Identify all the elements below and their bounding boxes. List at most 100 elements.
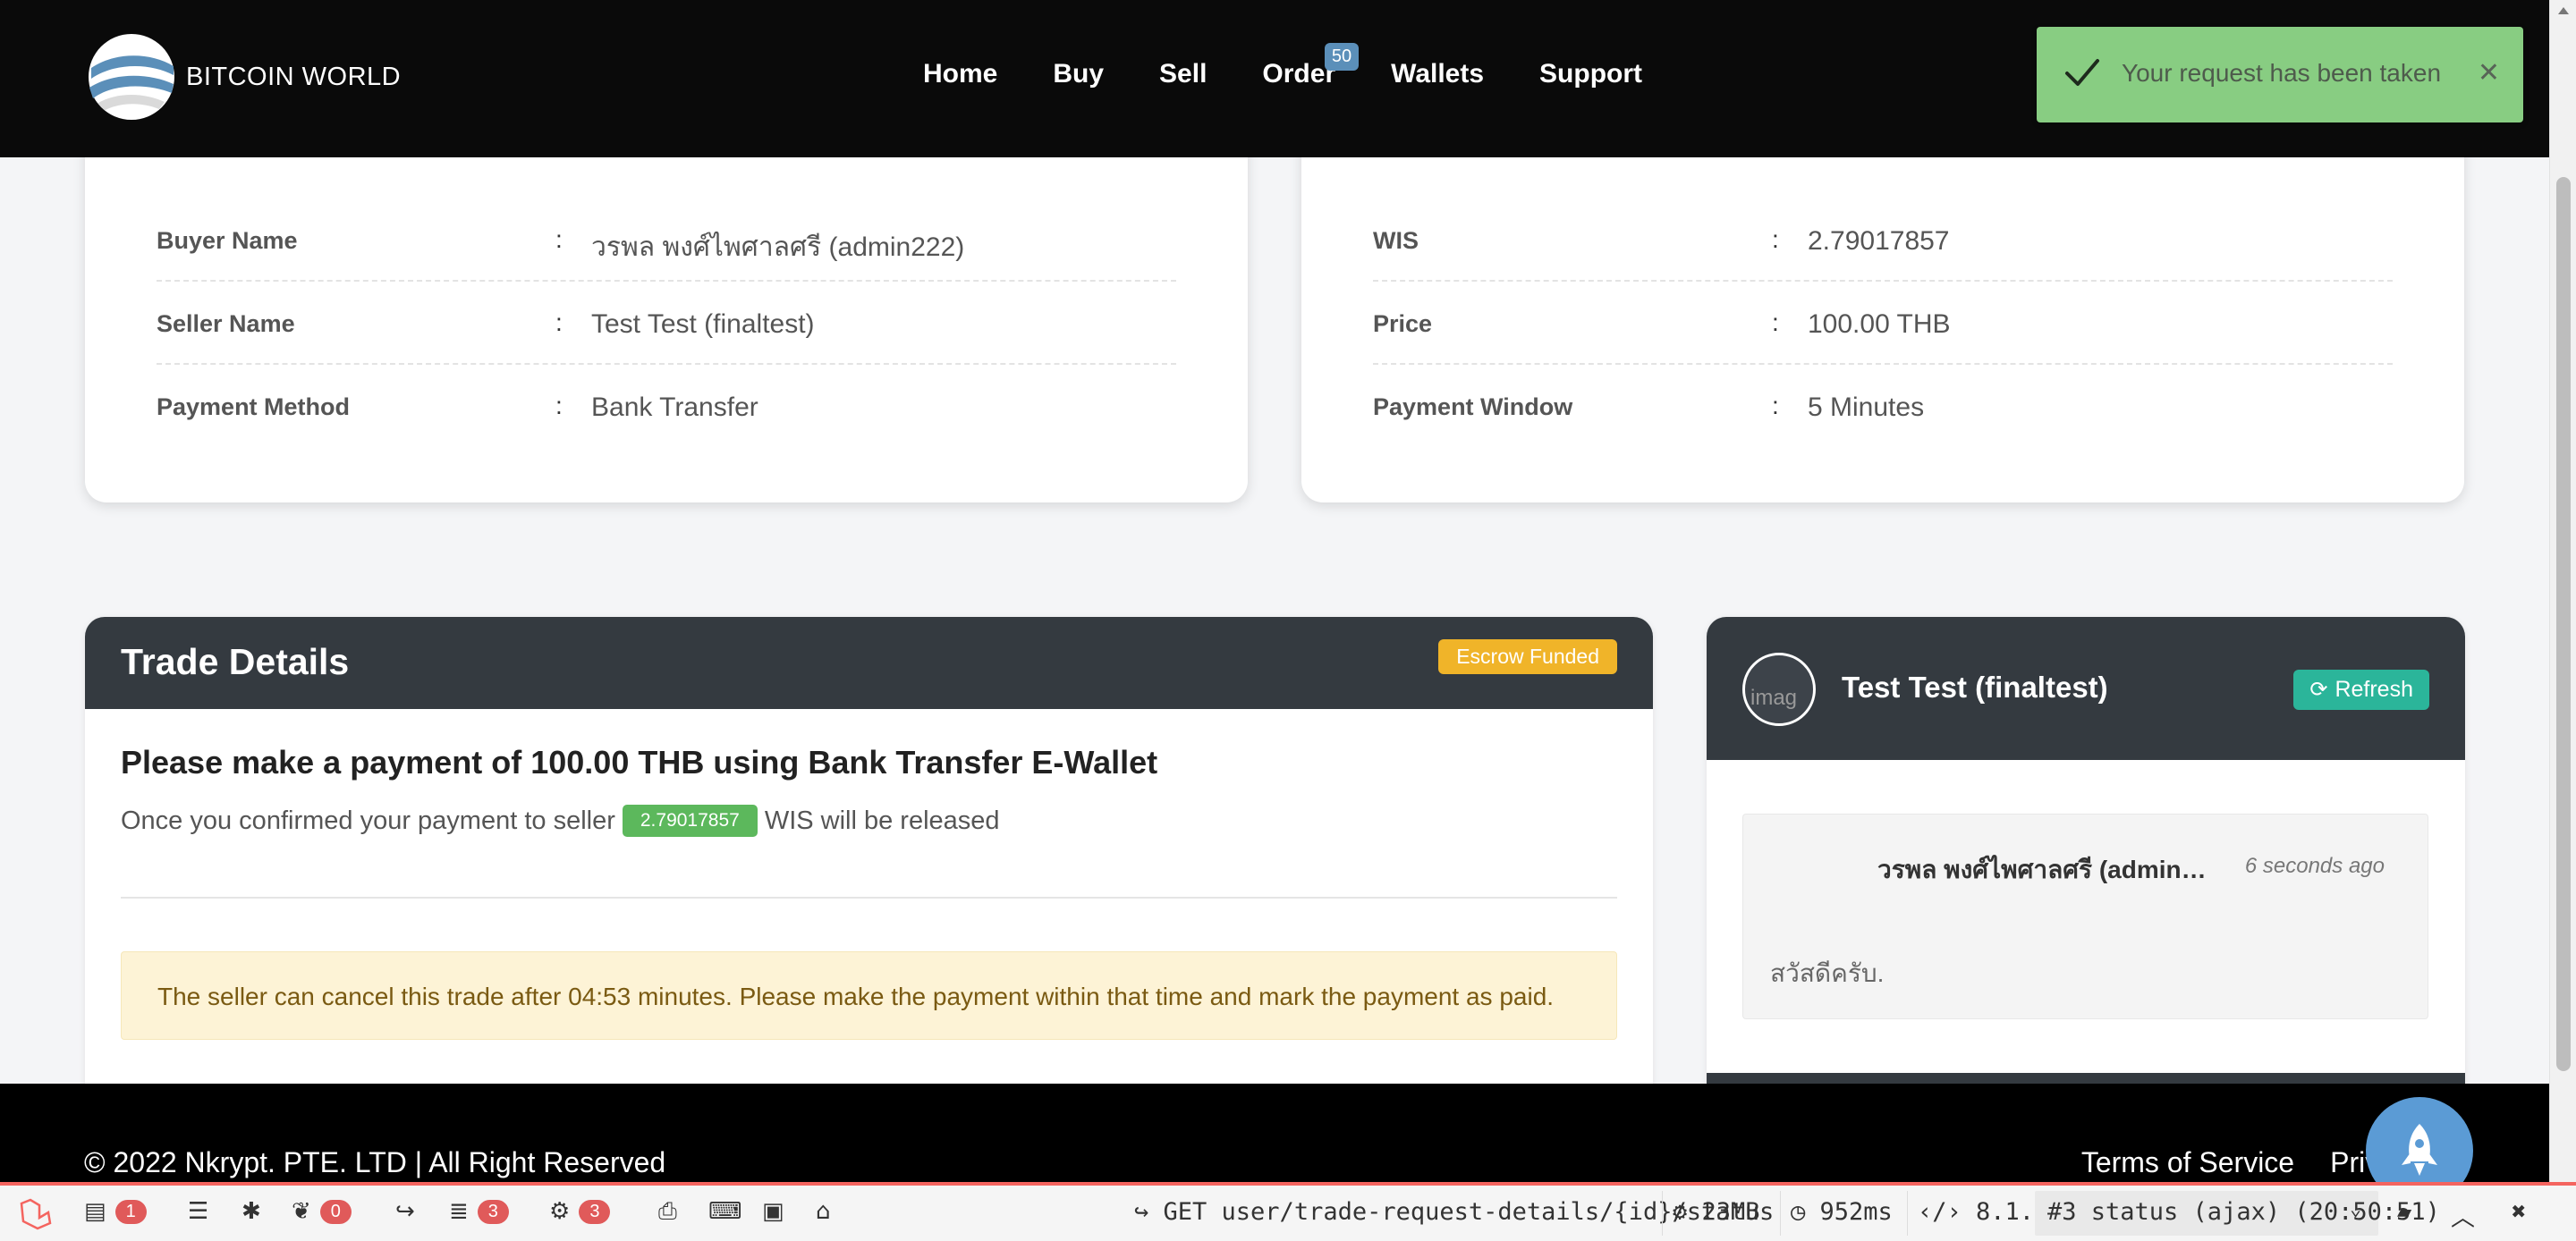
debug-messages-tab[interactable]: ▤ 1 — [84, 1198, 147, 1225]
party-info-card: Buyer Name : วรพล พงศ์ไพศาลศรี (admin222… — [85, 143, 1248, 502]
toast-message: Your request has been taken — [2122, 59, 2442, 87]
success-toast: Your request has been taken ✕ — [2037, 27, 2523, 122]
refresh-icon: ⟳ — [2309, 678, 2328, 702]
colon: : — [1772, 308, 1779, 336]
share-icon: ↪ — [1134, 1198, 1164, 1226]
nav-buy[interactable]: Buy — [1053, 59, 1104, 89]
share-icon: ↪ — [395, 1198, 415, 1225]
chevron-up-icon[interactable]: ︿ — [2451, 1198, 2475, 1233]
debug-php-version: ‹/› 8.1.9 — [1918, 1198, 2048, 1226]
main-nav: Home Buy Sell Order 50 Wallets Support — [923, 43, 1698, 89]
request-history-select[interactable]: #3 status (ajax) (20:50:51) ⌄ — [2035, 1191, 2440, 1236]
brand-logo-link[interactable]: BITCOIN WORLD — [88, 32, 401, 122]
wis-label: WIS — [1373, 227, 1419, 254]
views-count-badge: 0 — [319, 1199, 352, 1224]
terms-of-service-link[interactable]: Terms of Service — [2081, 1146, 2294, 1179]
avatar-alt-text: imag — [1750, 686, 1798, 710]
debug-exceptions-tab[interactable]: ✱ — [242, 1198, 270, 1225]
payment-method-value: Bank Transfer — [591, 393, 758, 422]
colon: : — [555, 225, 563, 253]
colon: : — [555, 392, 563, 419]
debug-route-tab[interactable]: ↪ — [395, 1198, 424, 1225]
release-info-prefix: Once you confirmed your payment to selle… — [121, 806, 615, 835]
buyer-name-row: Buyer Name : วรพล พงศ์ไพศาลศรี (admin222… — [157, 198, 1176, 282]
scrollbar-thumb[interactable] — [2556, 177, 2571, 1071]
cancel-timer-notice: The seller can cancel this trade after 0… — [121, 951, 1617, 1040]
database-icon: ≣ — [449, 1198, 469, 1225]
colon: : — [1772, 225, 1779, 253]
folder-open-icon[interactable]: ▰ — [2397, 1198, 2411, 1226]
debug-models-tab[interactable]: ⚙ 3 — [549, 1198, 611, 1225]
divider — [121, 897, 1617, 899]
debug-session-tab[interactable]: ⌨ — [708, 1198, 751, 1225]
nav-home[interactable]: Home — [923, 59, 997, 89]
scroll-up-arrow-icon[interactable] — [2558, 7, 2569, 14]
close-icon[interactable]: ✖ — [2512, 1198, 2526, 1226]
brand-name: BITCOIN WORLD — [186, 62, 402, 91]
debug-timeline-tab[interactable]: ☰ — [188, 1198, 217, 1225]
keyboard-icon: ⌨ — [708, 1198, 742, 1225]
chat-message: วรพล พงศ์ไพศาลศรี (admin222) 6 seconds a… — [1742, 814, 2428, 1019]
wis-value: 2.79017857 — [1808, 226, 1950, 256]
nav-order[interactable]: Order 50 — [1262, 43, 1360, 89]
bug-icon: ✱ — [242, 1198, 261, 1225]
refresh-label: Refresh — [2334, 677, 2413, 702]
escrow-status-badge: Escrow Funded — [1438, 639, 1617, 674]
payment-method-label: Payment Method — [157, 393, 351, 420]
checkmark-icon — [2065, 59, 2099, 86]
tags-icon: ⌂ — [816, 1198, 831, 1225]
seller-name-row: Seller Name : Test Test (finaltest) — [157, 282, 1176, 365]
nav-wallets[interactable]: Wallets — [1391, 59, 1484, 89]
seller-name-label: Seller Name — [157, 310, 295, 337]
debug-tags-tab[interactable]: ⌂ — [816, 1198, 840, 1225]
wis-row: WIS : 2.79017857 — [1373, 198, 2393, 282]
wis-amount-pill: 2.79017857 — [622, 805, 758, 837]
payment-method-row: Payment Method : Bank Transfer — [157, 365, 1176, 448]
archive-icon: ▣ — [762, 1198, 784, 1225]
debug-mail-tab[interactable]: ⎙ — [658, 1198, 686, 1226]
copyright-text: © 2022 Nkrypt. PTE. LTD | All Right Rese… — [84, 1146, 666, 1178]
messages-icon: ▤ — [84, 1198, 106, 1225]
nav-sell[interactable]: Sell — [1159, 59, 1207, 89]
page: BITCOIN WORLD Home Buy Sell Order 50 Wal… — [0, 0, 2549, 1241]
payment-window-label: Payment Window — [1373, 393, 1573, 420]
debug-request-tab[interactable]: ▣ — [762, 1198, 793, 1225]
release-info-line: Once you confirmed your payment to selle… — [121, 805, 1000, 837]
clock-icon: ◷ — [1791, 1198, 1820, 1226]
buyer-name-value: วรพล พงศ์ไพศาลศรี (admin222) — [591, 232, 965, 262]
chat-header: imag Test Test (finaltest) ⟳ Refresh — [1707, 617, 2465, 760]
divider — [1907, 1191, 1908, 1236]
payment-window-value: 5 Minutes — [1808, 393, 1925, 422]
memory-text: 23MB — [1701, 1198, 1760, 1226]
time-text: 952ms — [1819, 1198, 1893, 1226]
models-count-badge: 3 — [579, 1199, 611, 1224]
avatar: imag — [1742, 653, 1816, 726]
bitcoin-world-logo — [88, 32, 175, 122]
payment-window-row: Payment Window : 5 Minutes — [1373, 365, 2393, 448]
timeline-icon: ☰ — [188, 1198, 209, 1225]
order-count-badge: 50 — [1324, 43, 1360, 71]
colon: : — [1772, 392, 1779, 419]
refresh-button[interactable]: ⟳ Refresh — [2293, 670, 2429, 710]
price-label: Price — [1373, 310, 1433, 337]
buyer-name-label: Buyer Name — [157, 227, 298, 254]
laravel-logo-icon[interactable] — [18, 1198, 54, 1230]
debug-memory[interactable]: ⚙ 23MB — [1673, 1198, 1760, 1226]
close-icon[interactable]: ✕ — [2478, 57, 2500, 89]
trade-info-card: WIS : 2.79017857 Price : 100.00 THB Paym… — [1301, 143, 2464, 502]
trade-details-header: Trade Details Escrow Funded — [85, 617, 1653, 709]
leaf-icon: ❦ — [292, 1198, 311, 1225]
debug-queries-tab[interactable]: ≣ 3 — [449, 1198, 509, 1225]
selected-request-text: #3 status (ajax) (20:50:51) — [2047, 1198, 2440, 1226]
cogs-icon: ⚙ — [1673, 1198, 1702, 1226]
debug-views-tab[interactable]: ❦ 0 — [292, 1198, 352, 1225]
code-icon: ‹/› — [1918, 1198, 1977, 1226]
divider — [1780, 1191, 1781, 1236]
page-scrollbar[interactable] — [2549, 0, 2576, 1182]
message-timestamp: 6 seconds ago — [2244, 854, 2385, 878]
debug-time[interactable]: ◷ 952ms — [1791, 1198, 1893, 1226]
chat-partner-name: Test Test (finaltest) — [1842, 671, 2108, 704]
nav-support[interactable]: Support — [1539, 59, 1642, 89]
rocket-icon — [2402, 1124, 2437, 1176]
cubes-icon: ⚙ — [549, 1198, 571, 1225]
